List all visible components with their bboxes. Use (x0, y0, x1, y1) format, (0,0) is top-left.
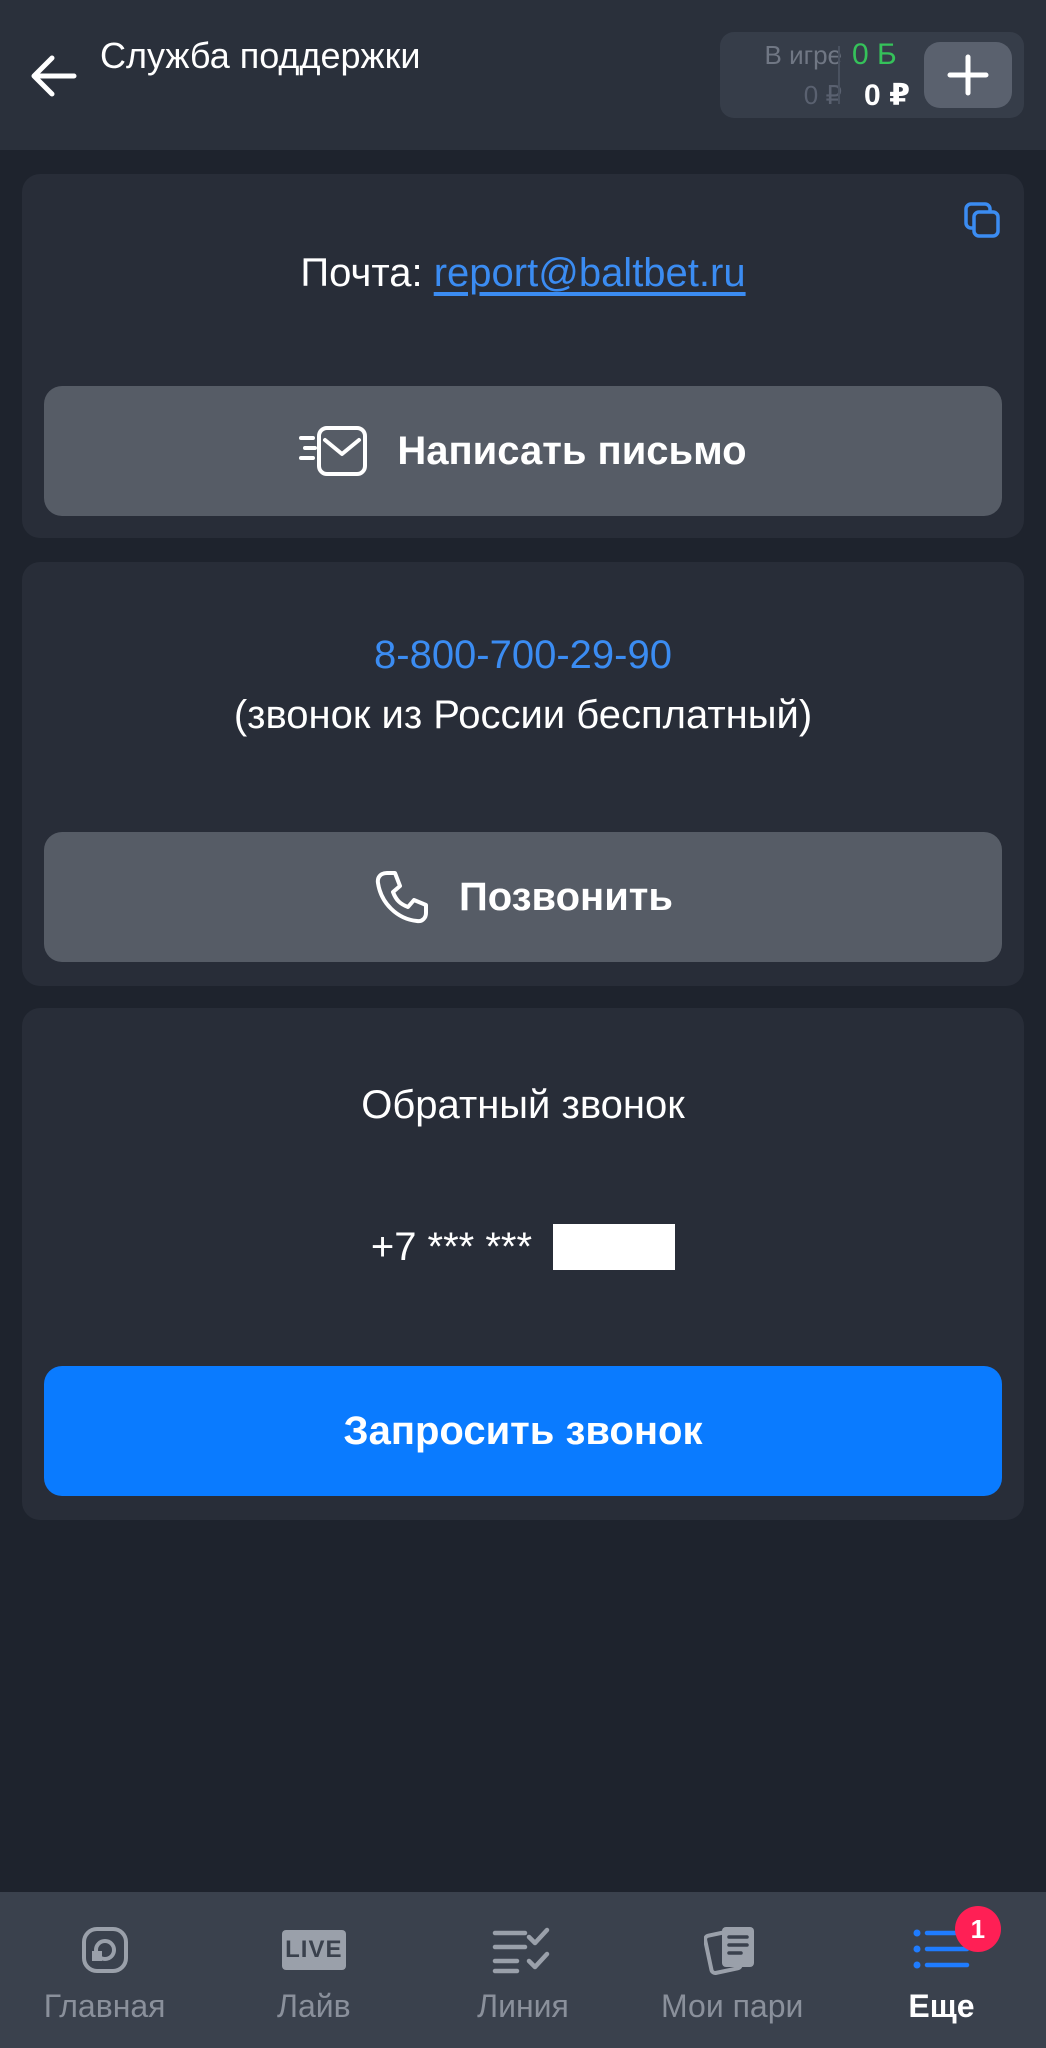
nav-item-my-bets[interactable]: Мои пари (628, 1892, 837, 2048)
copy-icon (964, 202, 1000, 238)
arrow-left-icon (31, 55, 77, 97)
request-call-button[interactable]: Запросить звонок (44, 1366, 1002, 1496)
phone-card: 8-800-700-29-90 (звонок из России беспла… (22, 562, 1024, 986)
top-app-bar: Служба поддержки В игре 0 ₽ 0 Б 0 ₽ (0, 0, 1046, 150)
nav-item-more[interactable]: 1 Еще (837, 1892, 1046, 2048)
live-icon-text: LIVE (281, 1930, 346, 1970)
nav-label-home: Главная (43, 1988, 166, 2024)
write-email-label: Написать письмо (397, 428, 747, 473)
bottom-navigation: Главная LIVE Лайв Линия Мои пари 1 Еще (0, 1892, 1046, 2048)
nav-item-home[interactable]: Главная (0, 1892, 209, 2048)
callback-phone: +7 *** *** (22, 1222, 1024, 1272)
home-icon (73, 1922, 137, 1978)
bonus-balance: 0 Б (852, 38, 897, 71)
nav-label-live: Лайв (276, 1988, 351, 2024)
in-game-value: 0 ₽ (803, 80, 842, 110)
my-bets-icon (700, 1922, 764, 1978)
notification-badge: 1 (954, 1906, 1001, 1952)
nav-label-more: Еще (908, 1988, 975, 2024)
send-mail-icon (299, 424, 369, 478)
masked-phone-number: +7 *** *** (370, 1225, 544, 1269)
nav-label-my-bets: Мои пари (661, 1988, 804, 2024)
nav-label-line: Линия (477, 1988, 569, 2024)
back-button[interactable] (22, 44, 86, 108)
copy-email-button[interactable] (958, 196, 1006, 244)
call-label: Позвонить (459, 874, 673, 919)
email-link[interactable]: report@baltbet.ru (434, 251, 746, 295)
callback-card: Обратный звонок +7 *** *** Запросить зво… (22, 1008, 1024, 1520)
callback-title: Обратный звонок (361, 1083, 685, 1127)
write-email-button[interactable]: Написать письмо (44, 386, 1002, 516)
request-call-label: Запросить звонок (343, 1408, 703, 1453)
hotline-number[interactable]: 8-800-700-29-90 (22, 630, 1024, 680)
live-icon: LIVE (281, 1922, 346, 1978)
phone-icon (373, 868, 431, 926)
call-button[interactable]: Позвонить (44, 832, 1002, 962)
email-card: Почта: report@baltbet.ru Написать письмо (22, 174, 1024, 538)
line-list-icon (491, 1922, 555, 1978)
redacted-phone-digits (553, 1224, 676, 1270)
email-line: Почта: report@baltbet.ru (22, 248, 1024, 298)
nav-item-line[interactable]: Линия (418, 1892, 627, 2048)
plus-icon (947, 54, 989, 96)
page-title: Служба поддержки (100, 35, 421, 76)
email-prefix: Почта: (300, 251, 434, 295)
hotline-note: (звонок из России бесплатный) (233, 693, 813, 737)
nav-item-live[interactable]: LIVE Лайв (209, 1892, 418, 2048)
balance-widget[interactable]: В игре 0 ₽ 0 Б 0 ₽ (720, 32, 1024, 118)
in-game-label: В игре (764, 40, 843, 70)
money-balance: 0 ₽ (864, 79, 910, 112)
add-funds-button[interactable] (924, 42, 1012, 108)
balance-divider (838, 46, 840, 104)
